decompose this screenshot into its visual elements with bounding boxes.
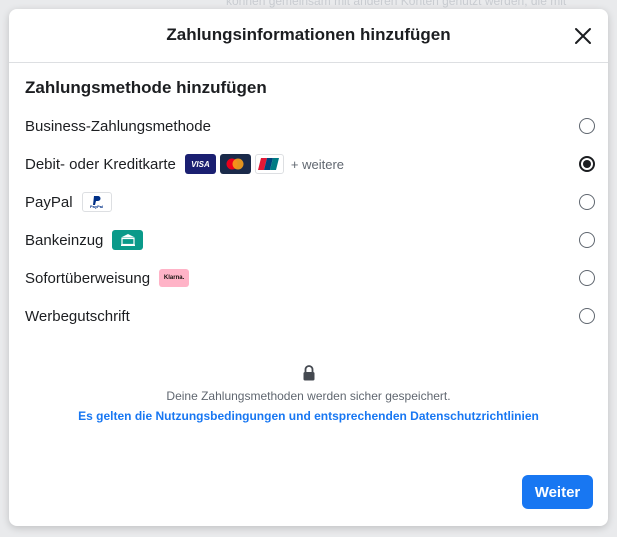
radio-business[interactable] xyxy=(579,118,595,134)
method-row-business[interactable]: Business-Zahlungsmethode xyxy=(9,108,608,144)
bank-icon xyxy=(112,230,144,250)
method-row-bank[interactable]: Bankeinzug xyxy=(9,222,608,258)
radio-sofort[interactable] xyxy=(579,270,595,286)
visa-logo: VISA xyxy=(184,154,216,174)
section-title: Zahlungsmethode hinzufügen xyxy=(25,78,267,97)
terms-link[interactable]: Es gelten die Nutzungsbedingungen und en… xyxy=(9,409,608,423)
method-label: Sofortüberweisung xyxy=(25,269,151,287)
method-label: Werbegutschrift xyxy=(25,307,130,325)
radio-ad-credit[interactable] xyxy=(579,308,595,324)
secure-storage-note: Deine Zahlungsmethoden werden sicher ges… xyxy=(166,389,451,403)
mastercard-logo xyxy=(219,154,251,174)
radio-card[interactable] xyxy=(579,156,595,172)
background-text: können gemeinsam mit anderen Konten genu… xyxy=(226,0,567,8)
method-row-sofort[interactable]: Sofortüberweisung Klarna. xyxy=(9,260,608,296)
method-row-card[interactable]: Debit- oder Kreditkarte VISA + weitere xyxy=(9,146,608,182)
close-button[interactable] xyxy=(570,23,596,49)
more-cards-text: + weitere xyxy=(290,156,345,172)
method-row-ad-credit[interactable]: Werbegutschrift xyxy=(9,298,608,334)
radio-paypal[interactable] xyxy=(579,194,595,210)
dialog-header: Zahlungsinformationen hinzufügen xyxy=(9,9,608,63)
paypal-logo: PayPal xyxy=(81,192,112,212)
dialog-title: Zahlungsinformationen hinzufügen xyxy=(166,25,451,44)
method-row-paypal[interactable]: PayPal PayPal xyxy=(9,184,608,220)
card-badges: VISA + weitere xyxy=(184,154,345,174)
payment-dialog: Zahlungsinformationen hinzufügen Zahlung… xyxy=(9,9,608,526)
radio-bank[interactable] xyxy=(579,232,595,248)
method-label: Bankeinzug xyxy=(25,231,104,249)
method-label: PayPal xyxy=(25,193,73,211)
method-label: Debit- oder Kreditkarte xyxy=(25,155,176,173)
method-label: Business-Zahlungsmethode xyxy=(25,117,211,135)
klarna-logo: Klarna. xyxy=(159,269,190,287)
lock-icon xyxy=(303,365,315,381)
next-button[interactable]: Weiter xyxy=(522,475,593,509)
close-icon xyxy=(575,28,591,44)
unionpay-logo xyxy=(254,154,284,174)
